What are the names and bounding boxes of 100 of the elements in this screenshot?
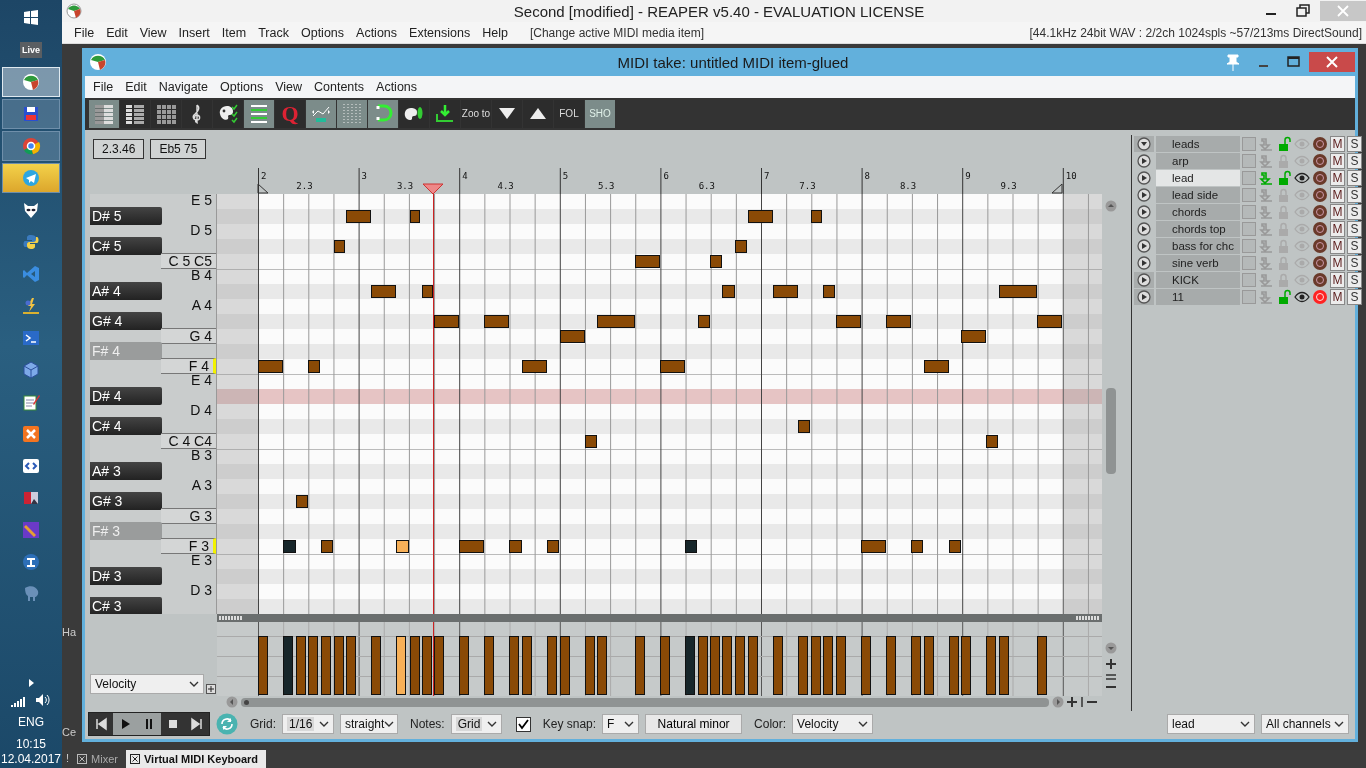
ruler-label: 6	[663, 171, 669, 181]
color-mode-dropdown[interactable]: Velocity	[792, 714, 874, 734]
audio-status[interactable]: [44.1kHz 24bit WAV : 2/2ch 1024spls ~57/213ms DirectSound]	[1029, 25, 1366, 40]
piano-key[interactable]: D# 4	[90, 387, 162, 405]
live-tile[interactable]: Live	[20, 42, 42, 58]
menu-item[interactable]: View	[269, 80, 308, 94]
solo-button[interactable]: S	[1347, 237, 1362, 254]
lane-dropdown[interactable]: Velocity	[90, 674, 204, 694]
menu-item[interactable]: Help	[476, 25, 514, 40]
menu-item[interactable]: File	[68, 25, 101, 40]
mute-button[interactable]: M	[1330, 254, 1345, 271]
note-info-display: Eb5 75	[150, 139, 207, 159]
solo-button[interactable]: S	[1347, 288, 1362, 305]
field-label: Notes:	[410, 717, 445, 731]
menu-item[interactable]: Options	[214, 80, 270, 94]
ruler-label: 8.3	[899, 181, 917, 191]
piano-key[interactable]: D 4	[161, 403, 216, 419]
piano-key[interactable]: C 4 C4	[161, 433, 216, 449]
solo-button[interactable]: S	[1347, 186, 1362, 203]
solo-button[interactable]: S	[1347, 169, 1362, 186]
clock-date[interactable]: 12.04.2017	[0, 752, 62, 766]
mute-button[interactable]: M	[1330, 237, 1345, 254]
track-name[interactable]: bass for chc	[1156, 237, 1240, 254]
grid-size-dropdown[interactable]: 1/16	[282, 714, 334, 734]
track-name[interactable]: 11	[1156, 288, 1240, 305]
piano-key[interactable]: D# 5	[90, 207, 162, 225]
track-name[interactable]: chords top	[1156, 220, 1240, 237]
piano-key[interactable]: G 4	[161, 328, 216, 344]
track-name[interactable]: leads	[1156, 135, 1240, 152]
mute-button[interactable]: M	[1330, 186, 1345, 203]
piano-key[interactable]: C# 3	[90, 597, 162, 614]
menu-item[interactable]: Actions	[370, 80, 424, 94]
track-name[interactable]: lead	[1156, 169, 1240, 186]
menu-item[interactable]: Options	[294, 25, 351, 40]
solo-button[interactable]: S	[1347, 135, 1362, 152]
solo-button[interactable]: S	[1347, 254, 1362, 271]
solo-button[interactable]: S	[1347, 220, 1362, 237]
piano-key[interactable]: D# 3	[90, 567, 162, 585]
menu-item[interactable]: View	[133, 25, 173, 40]
track-dropdown[interactable]: lead	[1167, 714, 1255, 734]
menu-item[interactable]: Actions	[350, 25, 404, 40]
menu-item[interactable]: Insert	[172, 25, 216, 40]
ruler-label: 9	[965, 171, 971, 181]
key-dropdown[interactable]: F	[602, 714, 640, 734]
track-name[interactable]: KICK	[1156, 271, 1240, 288]
mute-button[interactable]: M	[1330, 135, 1345, 152]
piano-key[interactable]: D 5	[161, 223, 216, 239]
field-label: Grid:	[250, 717, 276, 731]
piano-key[interactable]: E 3	[161, 553, 216, 569]
clock-time[interactable]: 10:15	[16, 737, 46, 751]
piano-key[interactable]: G# 4	[90, 312, 162, 330]
piano-key[interactable]: E 4	[161, 373, 216, 389]
mute-button[interactable]: M	[1330, 271, 1345, 288]
note-length-dropdown[interactable]: Grid	[450, 714, 502, 734]
toolbar-button[interactable]: FOL	[554, 100, 584, 128]
menu-item[interactable]: Track	[252, 25, 295, 40]
timeline-ruler[interactable]: 2 2.3 3 3.3 4 4.3 5 5.3 6 6.3 7 7.3 8 8.3 9 9.3 10	[217, 168, 1102, 194]
solo-button[interactable]: S	[1347, 203, 1362, 220]
piano-key[interactable]: A# 3	[90, 462, 162, 480]
mute-button[interactable]: M	[1330, 169, 1345, 186]
mute-button[interactable]: M	[1330, 152, 1345, 169]
piano-key[interactable]: F 4	[161, 358, 216, 374]
piano-key[interactable]: G# 3	[90, 492, 162, 510]
piano-key[interactable]: A# 4	[90, 282, 162, 300]
docker-tab[interactable]: Mixer	[73, 750, 126, 768]
piano-key[interactable]: G 3	[161, 508, 216, 524]
piano-key[interactable]: F 3	[161, 538, 216, 554]
piano-key[interactable]: B 3	[161, 448, 216, 464]
field-label: Color:	[754, 717, 787, 731]
piano-key[interactable]: B 4	[161, 268, 216, 284]
ruler-label: 9.3	[1000, 181, 1017, 191]
menu-item[interactable]: Navigate	[152, 80, 215, 94]
menu-item[interactable]: Edit	[119, 80, 153, 94]
track-name[interactable]: lead side	[1156, 186, 1240, 203]
solo-button[interactable]: S	[1347, 271, 1362, 288]
track-name[interactable]: sine verb	[1156, 254, 1240, 271]
menu-item[interactable]: Extensions	[403, 25, 477, 40]
scale-button[interactable]: Natural minor	[645, 714, 743, 734]
menu-item[interactable]: File	[87, 80, 120, 94]
toolbar-button[interactable]: Zoo to	[461, 100, 491, 128]
solo-button[interactable]: S	[1347, 152, 1362, 169]
menu-item[interactable]: Contents	[308, 80, 371, 94]
mute-button[interactable]: M	[1330, 288, 1345, 305]
mute-button[interactable]: M	[1330, 220, 1345, 237]
piano-key[interactable]: C# 5	[90, 237, 162, 255]
docker-tab[interactable]: Virtual MIDI Keyboard	[125, 750, 267, 768]
piano-key[interactable]: D 3	[161, 583, 216, 599]
channel-dropdown[interactable]: All channels	[1261, 714, 1349, 734]
track-name[interactable]: arp	[1156, 152, 1240, 169]
menu-item[interactable]: Item	[215, 25, 253, 40]
mute-button[interactable]: M	[1330, 203, 1345, 220]
track-name[interactable]: chords	[1156, 203, 1240, 220]
piano-key[interactable]: C# 4	[90, 417, 162, 435]
piano-key[interactable]: C 5 C5	[161, 253, 216, 269]
piano-key[interactable]: A 3	[161, 478, 216, 494]
language-indicator[interactable]: ENG	[18, 715, 44, 729]
piano-key[interactable]: E 5	[161, 194, 216, 209]
piano-key[interactable]: A 4	[161, 298, 216, 314]
grid-type-dropdown[interactable]: straight	[340, 714, 398, 734]
menu-item[interactable]: Edit	[100, 25, 134, 40]
